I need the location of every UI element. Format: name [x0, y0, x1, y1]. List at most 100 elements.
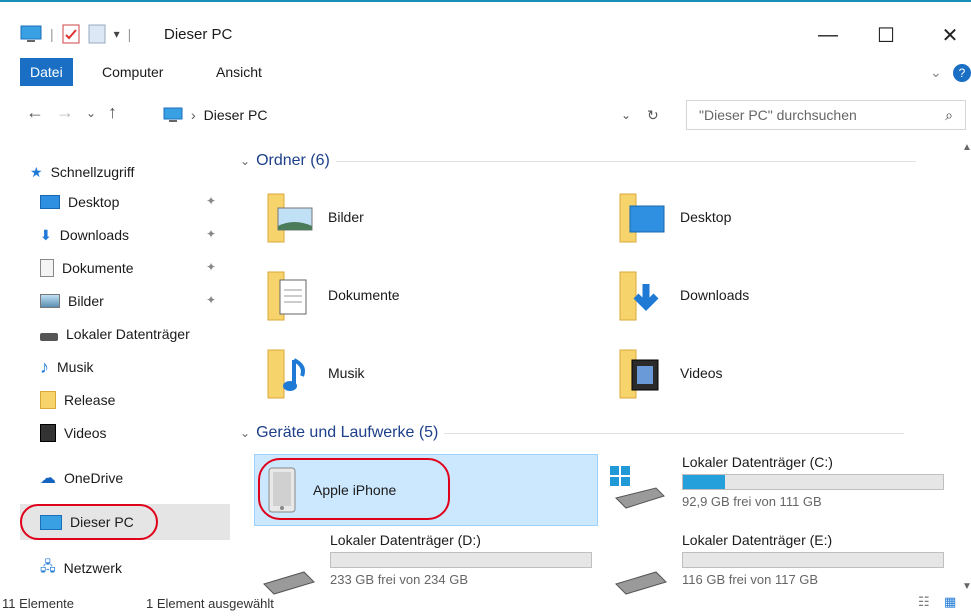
folder-desktop[interactable]: Desktop [618, 190, 731, 244]
drive-label: Lokaler Datenträger (C:) [682, 454, 833, 470]
sidebar-item-netzwerk[interactable]: 🖧 Netzwerk [40, 554, 122, 582]
folder-dokumente[interactable]: Dokumente [266, 268, 400, 322]
group-header-folders[interactable]: ⌄ Ordner (6) [240, 152, 916, 170]
breadcrumb-chevron-icon[interactable]: › [191, 107, 196, 123]
sidebar-item-dokumente[interactable]: Dokumente [40, 254, 134, 282]
sidebar-item-label: Schnellzugriff [50, 164, 135, 180]
scroll-down-icon[interactable]: ▼ [962, 581, 971, 592]
sidebar-item-musik[interactable]: ♪ Musik [40, 353, 94, 381]
sidebar-item-quick-access[interactable]: ★ Schnellzugriff [30, 158, 134, 186]
tab-ansicht[interactable]: Ansicht [216, 58, 262, 86]
highlight-ring [20, 504, 158, 540]
drive-label: Lokaler Datenträger (E:) [682, 532, 833, 548]
sidebar-item-label: Videos [64, 425, 107, 441]
drive-usage-bar [682, 474, 944, 490]
tab-computer[interactable]: Computer [102, 58, 163, 86]
selection-count: 1 Element ausgewählt [146, 596, 274, 611]
properties-icon[interactable] [62, 24, 80, 44]
sidebar-item-label: Downloads [59, 227, 129, 243]
forward-arrow-icon[interactable]: → [56, 102, 74, 123]
downloads-folder-icon [619, 271, 659, 321]
sidebar-item-label: Lokaler Datenträger [66, 326, 190, 342]
sidebar-item-bilder[interactable]: Bilder [40, 287, 104, 315]
pin-icon[interactable]: ✦ [206, 194, 216, 208]
ribbon-tabs: Datei Computer Ansicht ⌄ ? [0, 58, 971, 86]
drive-usage-bar [330, 552, 592, 568]
close-button[interactable]: ✕ [930, 20, 970, 50]
refresh-icon[interactable]: ↻ [647, 107, 659, 124]
pictures-icon [40, 294, 60, 308]
documents-icon [40, 259, 54, 277]
cloud-icon: ☁ [40, 470, 56, 487]
highlight-ring [258, 458, 450, 520]
back-arrow-icon[interactable]: ← [26, 102, 44, 123]
sidebar-item-downloads[interactable]: ⬇ Downloads [40, 221, 129, 249]
search-icon[interactable]: ⌕ [945, 107, 953, 124]
folder-icon [40, 391, 56, 409]
vertical-scrollbar[interactable]: ▲ ▼ [961, 142, 971, 592]
drive-label: Lokaler Datenträger (D:) [330, 532, 481, 548]
sidebar-item-desktop[interactable]: Desktop [40, 188, 119, 216]
tab-datei[interactable]: Datei [20, 58, 73, 86]
folder-label: Downloads [680, 287, 750, 303]
pin-icon[interactable]: ✦ [206, 293, 216, 307]
new-folder-icon[interactable] [88, 24, 106, 44]
help-icon[interactable]: ? [953, 58, 971, 86]
desktop-icon [40, 195, 60, 209]
videos-icon [40, 424, 56, 442]
music-icon: ♪ [40, 356, 49, 377]
separator: | [127, 26, 132, 42]
expand-ribbon-icon[interactable]: ⌄ [930, 58, 942, 86]
chevron-down-icon: ⌄ [240, 154, 251, 168]
folder-label: Desktop [680, 209, 732, 225]
divider [335, 160, 916, 162]
scroll-up-icon[interactable]: ▲ [962, 142, 971, 153]
folder-label: Videos [680, 365, 723, 381]
drive-free-space: 92,9 GB frei von 111 GB [682, 494, 822, 509]
sidebar-item-label: Netzwerk [63, 560, 122, 576]
large-icons-view-icon[interactable]: ▦ [944, 594, 956, 610]
downloads-icon: ⬇ [40, 226, 52, 243]
details-view-icon[interactable]: ☷ [918, 594, 930, 610]
group-header-devices[interactable]: ⌄ Geräte und Laufwerke (5) [240, 424, 905, 442]
sidebar-item-release[interactable]: Release [40, 386, 115, 414]
breadcrumb-dieser-pc[interactable]: Dieser PC [204, 107, 268, 123]
windows-drive-icon [610, 466, 665, 509]
minimize-button[interactable]: — [808, 20, 848, 50]
drive-free-space: 233 GB frei von 234 GB [330, 572, 469, 587]
folder-label: Musik [328, 365, 365, 381]
drive-usage-fill [683, 475, 725, 489]
pin-icon[interactable]: ✦ [206, 227, 216, 241]
up-arrow-icon[interactable]: ↑ [108, 102, 117, 123]
folder-downloads[interactable]: Downloads [618, 268, 749, 322]
content-pane: ⌄ Ordner (6) Bilder Desktop Dokumente Do… [230, 142, 971, 595]
sidebar-item-onedrive[interactable]: ☁ OneDrive [40, 464, 123, 492]
sidebar-item-label: Desktop [68, 194, 120, 210]
divider [444, 432, 905, 434]
address-dropdown-icon[interactable]: ⌄ [621, 108, 631, 122]
sidebar-item-videos[interactable]: Videos [40, 419, 107, 447]
maximize-button[interactable]: ☐ [866, 20, 906, 50]
chevron-down-icon: ⌄ [240, 426, 251, 440]
sidebar-item-lokaler-datentraeger[interactable]: Lokaler Datenträger [40, 320, 190, 348]
pin-icon[interactable]: ✦ [206, 260, 216, 274]
computer-icon [20, 25, 42, 42]
recent-locations-icon[interactable]: ⌄ [86, 106, 96, 120]
customize-toolbar-icon[interactable]: ▾ [114, 27, 120, 41]
group-title: Geräte und Laufwerke (5) [256, 424, 439, 441]
address-bar[interactable]: › Dieser PC ⌄ ↻ [160, 100, 670, 130]
search-input[interactable]: "Dieser PC" durchsuchen ⌕ [686, 100, 966, 130]
title-bar: | ▾ | Dieser PC — ☐ ✕ [0, 0, 971, 55]
folder-videos[interactable]: Videos [618, 346, 723, 400]
folder-label: Dokumente [328, 287, 400, 303]
documents-folder-icon [267, 271, 307, 321]
group-title: Ordner (6) [256, 152, 330, 169]
address-row: ← → ⌄ ↑ › Dieser PC ⌄ ↻ "Dieser PC" durc… [0, 96, 971, 134]
quick-access-toolbar: | ▾ | [20, 24, 131, 44]
network-icon: 🖧 [40, 558, 56, 574]
pictures-folder-icon [267, 193, 313, 243]
folder-label: Bilder [328, 209, 364, 225]
drive-icon [40, 333, 58, 341]
folder-bilder[interactable]: Bilder [266, 190, 364, 244]
folder-musik[interactable]: Musik [266, 346, 365, 400]
